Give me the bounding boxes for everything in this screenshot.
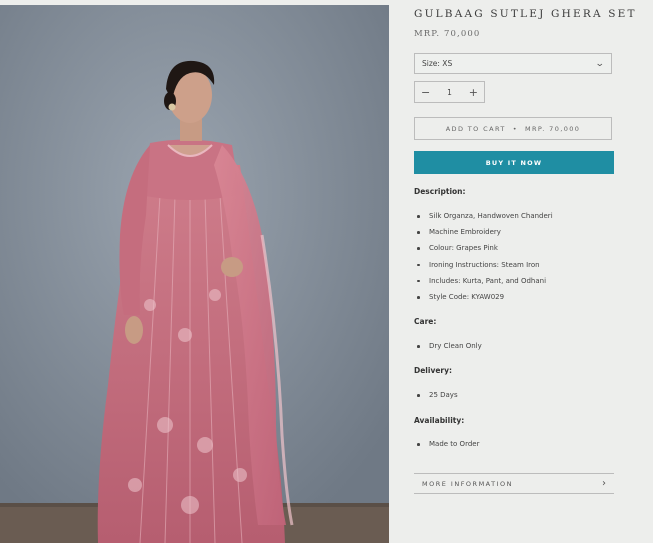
product-price: MRP. 70,000 (414, 29, 481, 39)
list-item: Dry Clean Only (414, 338, 614, 354)
size-select[interactable]: Size: XS ⌄ (414, 53, 612, 74)
more-information-toggle[interactable]: MORE INFORMATION › (414, 473, 614, 494)
list-item: 25 Days (414, 387, 614, 403)
chevron-right-icon: › (602, 478, 606, 489)
care-list: Dry Clean Only (414, 338, 614, 354)
list-item: Style Code: KYAW029 (414, 289, 614, 305)
quantity-decrement-button[interactable]: − (421, 87, 430, 98)
product-title: GULBAAG SUTLEJ GHERA SET (414, 8, 637, 20)
quantity-value[interactable]: 1 (447, 88, 452, 97)
size-select-value: Size: XS (422, 59, 453, 68)
model-illustration (0, 5, 389, 543)
add-to-cart-label: ADD TO CART (445, 124, 506, 133)
list-item: Ironing Instructions: Steam Iron (414, 257, 614, 273)
quantity-increment-button[interactable]: + (469, 87, 478, 98)
product-image[interactable] (0, 5, 389, 543)
quantity-stepper[interactable]: − 1 + (414, 81, 485, 103)
list-item: Colour: Grapes Pink (414, 240, 614, 256)
availability-list: Made to Order (414, 436, 614, 452)
add-to-cart-separator: • (512, 124, 518, 133)
chevron-down-icon: ⌄ (595, 58, 606, 69)
list-item: Machine Embroidery (414, 224, 614, 240)
buy-now-button[interactable]: BUY IT NOW (414, 151, 614, 174)
more-information-label: MORE INFORMATION (422, 479, 513, 488)
list-item: Includes: Kurta, Pant, and Odhani (414, 273, 614, 289)
availability-heading: Availability: (414, 416, 465, 425)
add-to-cart-price: MRP. 70,000 (525, 124, 581, 133)
delivery-list: 25 Days (414, 387, 614, 403)
description-heading: Description: (414, 187, 466, 196)
list-item: Made to Order (414, 436, 614, 452)
care-heading: Care: (414, 317, 437, 326)
list-item: Silk Organza, Handwoven Chanderi (414, 208, 614, 224)
description-list: Silk Organza, Handwoven Chanderi Machine… (414, 208, 614, 305)
add-to-cart-button[interactable]: ADD TO CART • MRP. 70,000 (414, 117, 612, 140)
delivery-heading: Delivery: (414, 366, 453, 375)
